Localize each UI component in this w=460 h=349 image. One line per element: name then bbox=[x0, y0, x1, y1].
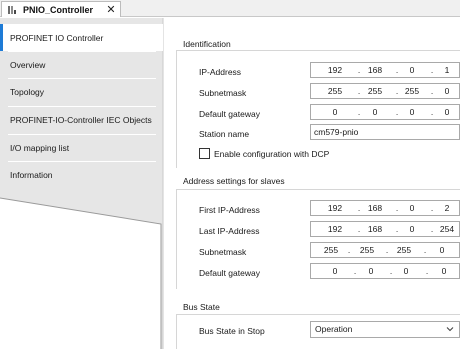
subnetmask-label: Subnetmask bbox=[199, 88, 247, 98]
nav-item-topology[interactable]: Topology bbox=[0, 78, 161, 105]
bus-state-stop-value: Operation bbox=[315, 324, 353, 334]
last-ip-label: Last IP-Address bbox=[199, 226, 260, 236]
section-divider bbox=[176, 314, 460, 315]
slave-default-gateway-input[interactable]: 0 . 0 . 0 . 0 bbox=[310, 263, 460, 279]
subnetmask-input[interactable]: 255 . 255 . 255 . 0 bbox=[310, 83, 460, 99]
document-tab-label: PNIO_Controller bbox=[23, 4, 94, 15]
ip-address-input[interactable]: 192 . 168 . 0 . 1 bbox=[310, 62, 460, 78]
close-icon[interactable]: ✕ bbox=[105, 4, 117, 15]
nav-item-label: I/O mapping list bbox=[10, 142, 70, 153]
chevron-down-icon bbox=[446, 327, 454, 332]
ip-address-label: IP-Address bbox=[199, 67, 242, 77]
default-gateway-label: Default gateway bbox=[199, 109, 260, 119]
section-border bbox=[176, 50, 177, 168]
first-ip-label: First IP-Address bbox=[199, 205, 260, 215]
slave-subnetmask-label: Subnetmask bbox=[199, 247, 247, 257]
nav-item-label: PROFINET IO Controller bbox=[10, 32, 104, 43]
editor-tab-strip: PNIO_Controller ✕ bbox=[0, 0, 460, 17]
bus-state-stop-select[interactable]: Operation bbox=[310, 321, 460, 338]
section-divider bbox=[176, 189, 460, 190]
bus-state-stop-label: Bus State in Stop bbox=[199, 326, 265, 336]
nav-item-label: Information bbox=[10, 169, 53, 180]
station-name-label: Station name bbox=[199, 129, 250, 139]
nav-item-label: PROFINET-IO-Controller IEC Objects bbox=[10, 115, 152, 125]
document-tab-pnio-controller[interactable]: PNIO_Controller ✕ bbox=[1, 1, 121, 17]
first-ip-input[interactable]: 192 . 168 . 0 . 2 bbox=[310, 200, 460, 216]
nav-item-label: Overview bbox=[10, 59, 46, 70]
section-title-slaves: Address settings for slaves bbox=[183, 176, 285, 186]
section-divider bbox=[176, 50, 460, 51]
nav-item-profinet-io-controller[interactable]: PROFINET IO Controller bbox=[0, 24, 163, 51]
section-title-bus-state: Bus State bbox=[183, 302, 220, 312]
dcp-checkbox[interactable] bbox=[199, 148, 210, 159]
nav-item-io-mapping-list[interactable]: I/O mapping list bbox=[0, 134, 161, 161]
nav-item-iec-objects[interactable]: PROFINET-IO-Controller IEC Objects bbox=[0, 106, 161, 134]
nav-item-label: Topology bbox=[10, 86, 45, 97]
slave-default-gateway-label: Default gateway bbox=[199, 268, 260, 278]
section-title-identification: Identification bbox=[183, 39, 231, 49]
section-border bbox=[176, 314, 177, 349]
station-name-input[interactable]: cm579-pnio bbox=[310, 124, 460, 140]
dcp-checkbox-row[interactable]: Enable configuration with DCP bbox=[199, 148, 329, 159]
device-icon bbox=[7, 5, 18, 15]
default-gateway-input[interactable]: 0 . 0 . 0 . 0 bbox=[310, 104, 460, 120]
slave-subnetmask-input[interactable]: 255 . 255 . 255 . 0 bbox=[310, 242, 460, 258]
nav-item-information[interactable]: Information bbox=[0, 161, 161, 188]
dcp-checkbox-label: Enable configuration with DCP bbox=[214, 148, 330, 159]
last-ip-input[interactable]: 192 . 168 . 0 . 254 bbox=[310, 221, 460, 237]
nav-item-overview[interactable]: Overview bbox=[0, 51, 161, 78]
section-border bbox=[176, 189, 177, 289]
